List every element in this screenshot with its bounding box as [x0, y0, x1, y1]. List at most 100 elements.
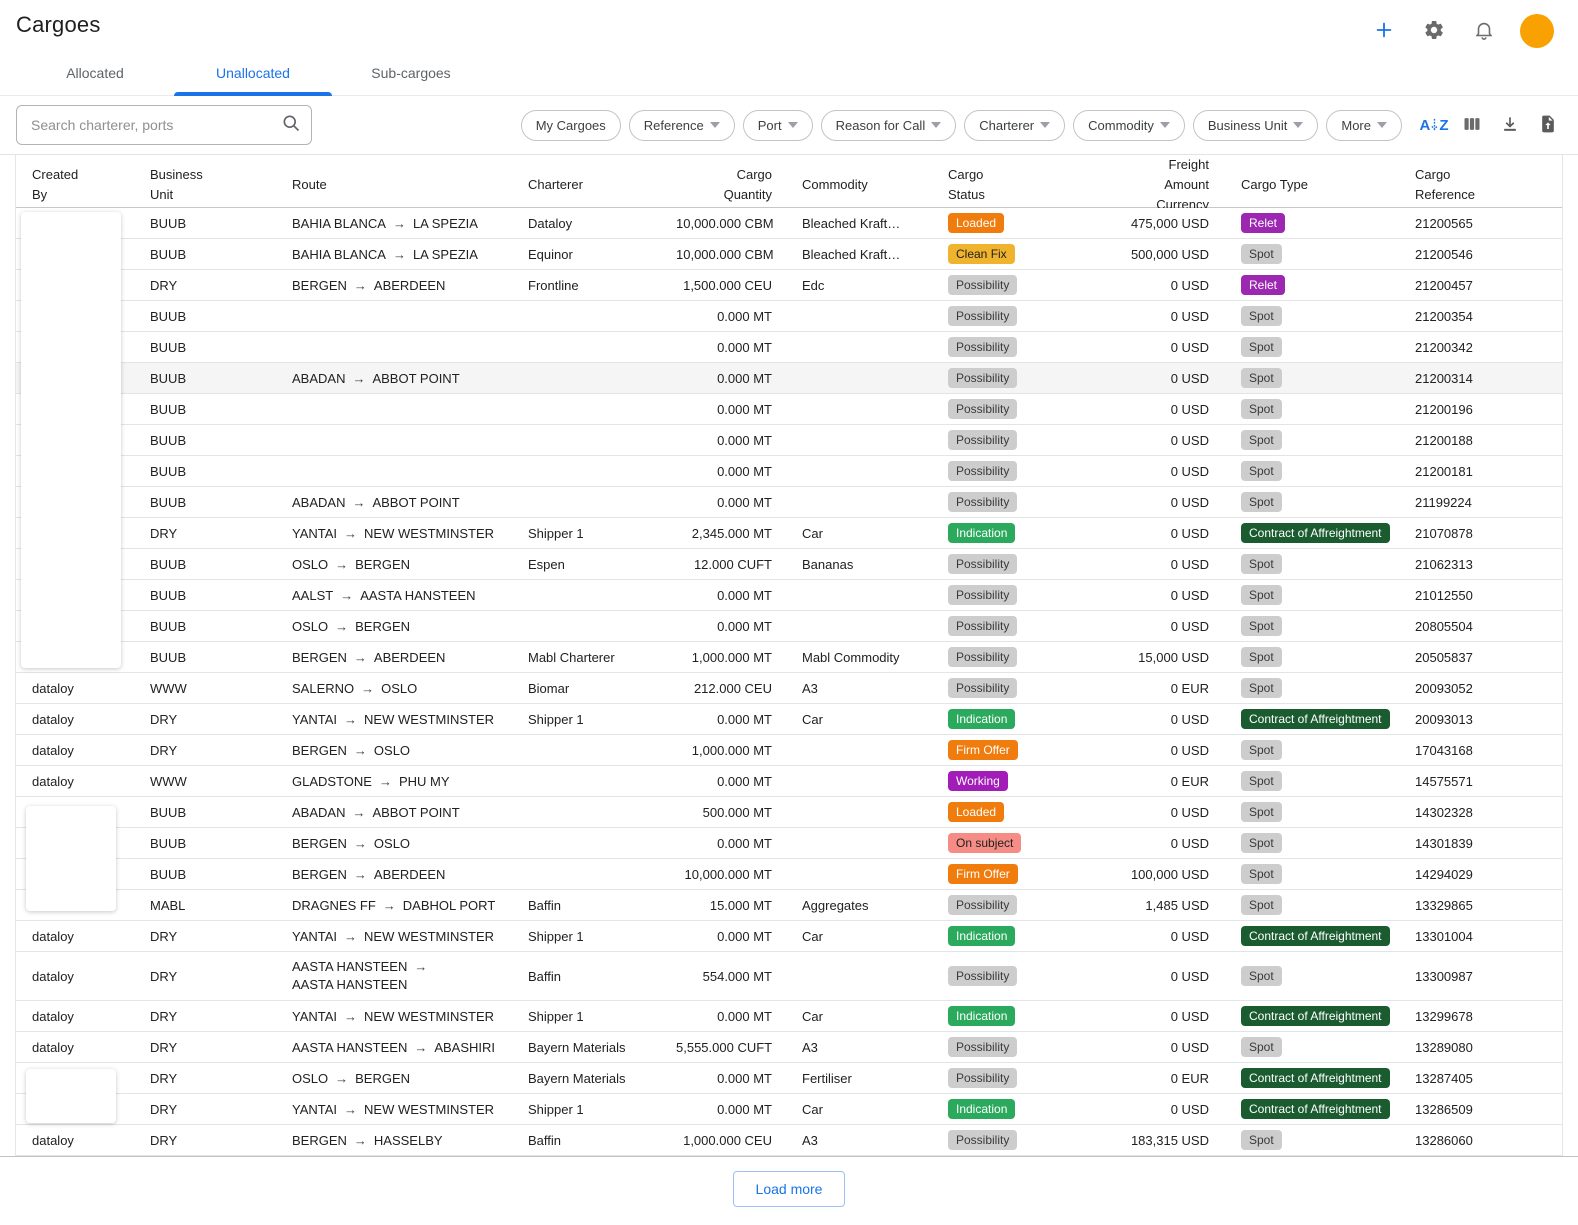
- cell-freight-amount: 500,000 USD: [1119, 247, 1209, 262]
- cell-cargo-status: Possibility: [944, 554, 1119, 574]
- columns-button[interactable]: [1458, 111, 1486, 139]
- cell-created-by: dataloy: [16, 774, 146, 789]
- column-header: CargoReference: [1399, 165, 1562, 205]
- table-row[interactable]: DRYYANTAI→NEW WESTMINSTERShipper 12,345.…: [16, 518, 1562, 549]
- arrow-right-icon: →: [354, 743, 367, 758]
- cargo-type-badge: Contract of Affreightment: [1241, 523, 1390, 543]
- table-row[interactable]: DRYBERGEN→ABERDEENFrontline1,500.000 CEU…: [16, 270, 1562, 301]
- table-row[interactable]: BUUB0.000 MTPossibility0 USDSpot21200181: [16, 456, 1562, 487]
- filter-chip-reason-for-call[interactable]: Reason for Call: [821, 110, 957, 141]
- search-input[interactable]: [31, 117, 281, 133]
- filter-chip-commodity[interactable]: Commodity: [1073, 110, 1185, 141]
- export-file-button[interactable]: [1534, 111, 1562, 139]
- table-row[interactable]: BUUB0.000 MTPossibility0 USDSpot21200188: [16, 425, 1562, 456]
- cell-cargo-status: Possibility: [944, 368, 1119, 388]
- cell-charterer: Biomar: [524, 681, 672, 696]
- table-row[interactable]: DRYYANTAI→NEW WESTMINSTERShipper 10.000 …: [16, 1094, 1562, 1125]
- cell-cargo-reference: 21200354: [1399, 309, 1562, 324]
- cell-freight-amount: 100,000 USD: [1119, 867, 1209, 882]
- cell-route: YANTAI→NEW WESTMINSTER: [288, 526, 524, 541]
- tab-allocated[interactable]: Allocated: [16, 50, 174, 95]
- add-cargo-button[interactable]: [1370, 17, 1398, 45]
- route-destination: ABERDEEN: [374, 650, 446, 665]
- tab-unallocated[interactable]: Unallocated: [174, 50, 332, 95]
- cell-cargo-type: Spot: [1209, 368, 1399, 388]
- table-row[interactable]: BUUBAALST→AASTA HANSTEEN0.000 MTPossibil…: [16, 580, 1562, 611]
- cell-cargo-status: Possibility: [944, 1037, 1119, 1057]
- notifications-button[interactable]: [1470, 17, 1498, 45]
- cargo-type-badge: Spot: [1241, 616, 1282, 636]
- cargo-type-badge: Relet: [1241, 275, 1285, 295]
- column-header-line: Quantity: [676, 185, 772, 205]
- table-row[interactable]: BUUBABADAN→ABBOT POINT500.000 MTLoaded0 …: [16, 797, 1562, 828]
- table-row[interactable]: BUUBBERGEN→ABERDEEN10,000.000 MTFirm Off…: [16, 859, 1562, 890]
- header-actions: [1370, 12, 1554, 48]
- cell-created-by: dataloy: [16, 681, 146, 696]
- footer: Load more: [0, 1157, 1578, 1225]
- column-header-line: Cargo: [948, 165, 1119, 185]
- table-row[interactable]: dataloyDRYYANTAI→NEW WESTMINSTERShipper …: [16, 704, 1562, 735]
- search-box[interactable]: [16, 105, 312, 145]
- cell-cargo-reference: 21200181: [1399, 464, 1562, 479]
- cell-route: ABADAN→ABBOT POINT: [288, 805, 524, 820]
- status-badge: Working: [948, 771, 1008, 791]
- table-row[interactable]: dataloyDRYAASTA HANSTEEN→AASTA HANSTEENB…: [16, 952, 1562, 1001]
- table-row[interactable]: dataloyWWWSALERNO→OSLOBiomar212.000 CEUA…: [16, 673, 1562, 704]
- filter-chip-my-cargoes[interactable]: My Cargoes: [521, 110, 621, 141]
- cargo-type-badge: Spot: [1241, 833, 1282, 853]
- table-row[interactable]: BUUBABADAN→ABBOT POINT0.000 MTPossibilit…: [16, 487, 1562, 518]
- table-row[interactable]: BUUBABADAN→ABBOT POINT0.000 MTPossibilit…: [16, 363, 1562, 394]
- filter-chip-reference[interactable]: Reference: [629, 110, 735, 141]
- table-row[interactable]: dataloyDRYYANTAI→NEW WESTMINSTERShipper …: [16, 1001, 1562, 1032]
- search-icon[interactable]: [281, 113, 301, 138]
- sort-button[interactable]: AZ: [1420, 111, 1448, 139]
- status-badge: Possibility: [948, 647, 1017, 667]
- table-body: BUUBBAHIA BLANCA→LA SPEZIADataloy10,000.…: [16, 208, 1562, 1156]
- table-row[interactable]: dataloyDRYYANTAI→NEW WESTMINSTERShipper …: [16, 921, 1562, 952]
- cell-cargo-reference: 21070878: [1399, 526, 1562, 541]
- cell-business-unit: BUUB: [146, 371, 288, 386]
- cell-freight-amount: 0 USD: [1119, 402, 1209, 417]
- table-row[interactable]: BUUB0.000 MTPossibility0 USDSpot21200196: [16, 394, 1562, 425]
- arrow-right-icon: →: [335, 1071, 348, 1086]
- cell-freight-amount: 0 USD: [1119, 969, 1209, 984]
- route-origin: BERGEN: [292, 867, 347, 882]
- filter-chip-charterer[interactable]: Charterer: [964, 110, 1065, 141]
- tab-sub-cargoes[interactable]: Sub-cargoes: [332, 50, 490, 95]
- table-row[interactable]: BUUB0.000 MTPossibility0 USDSpot21200354: [16, 301, 1562, 332]
- table-row[interactable]: dataloyDRYBERGEN→HASSELBYBaffin1,000.000…: [16, 1125, 1562, 1156]
- table-row[interactable]: BUUBBAHIA BLANCA→LA SPEZIADataloy10,000.…: [16, 208, 1562, 239]
- cell-business-unit: WWW: [146, 681, 288, 696]
- filter-chip-port[interactable]: Port: [743, 110, 813, 141]
- filter-chip-more[interactable]: More: [1326, 110, 1402, 141]
- table-row[interactable]: dataloyWWWGLADSTONE→PHU MY0.000 MTWorkin…: [16, 766, 1562, 797]
- cell-charterer: Shipper 1: [524, 1009, 672, 1024]
- column-header: Charterer: [524, 175, 672, 195]
- table-row[interactable]: DRYOSLO→BERGENBayern Materials0.000 MTFe…: [16, 1063, 1562, 1094]
- cell-route: BAHIA BLANCA→LA SPEZIA: [288, 247, 524, 262]
- settings-button[interactable]: [1420, 17, 1448, 45]
- table-row[interactable]: BUUB0.000 MTPossibility0 USDSpot21200342: [16, 332, 1562, 363]
- cell-cargo-reference: 13301004: [1399, 929, 1562, 944]
- table-row[interactable]: dataloyDRYAASTA HANSTEEN→ABASHIRIBayern …: [16, 1032, 1562, 1063]
- avatar[interactable]: [1520, 14, 1554, 48]
- cell-cargo-reference: 20805504: [1399, 619, 1562, 634]
- filter-chip-business-unit[interactable]: Business Unit: [1193, 110, 1318, 141]
- download-button[interactable]: [1496, 111, 1524, 139]
- table-row[interactable]: dataloyDRYBERGEN→OSLO1,000.000 MTFirm Of…: [16, 735, 1562, 766]
- status-badge: Possibility: [948, 966, 1017, 986]
- cell-cargo-type: Spot: [1209, 461, 1399, 481]
- table-row[interactable]: BUUBOSLO→BERGENEspen12.000 CUFTBananasPo…: [16, 549, 1562, 580]
- status-badge: Possibility: [948, 895, 1017, 915]
- table-row[interactable]: BUUBOSLO→BERGEN0.000 MTPossibility0 USDS…: [16, 611, 1562, 642]
- cargo-type-badge: Contract of Affreightment: [1241, 1006, 1390, 1026]
- load-more-button[interactable]: Load more: [733, 1171, 846, 1207]
- table-row[interactable]: MABLDRAGNES FF→DABHOL PORTBaffin15.000 M…: [16, 890, 1562, 921]
- table-row[interactable]: BUUBBERGEN→OSLO0.000 MTOn subject0 USDSp…: [16, 828, 1562, 859]
- table-row[interactable]: BUUBBERGEN→ABERDEENMabl Charterer1,000.0…: [16, 642, 1562, 673]
- route-origin: ABADAN: [292, 805, 345, 820]
- status-badge: Indication: [948, 1099, 1015, 1119]
- table-row[interactable]: BUUBBAHIA BLANCA→LA SPEZIAEquinor10,000.…: [16, 239, 1562, 270]
- cell-cargo-reference: 14301839: [1399, 836, 1562, 851]
- cell-cargo-reference: 21200188: [1399, 433, 1562, 448]
